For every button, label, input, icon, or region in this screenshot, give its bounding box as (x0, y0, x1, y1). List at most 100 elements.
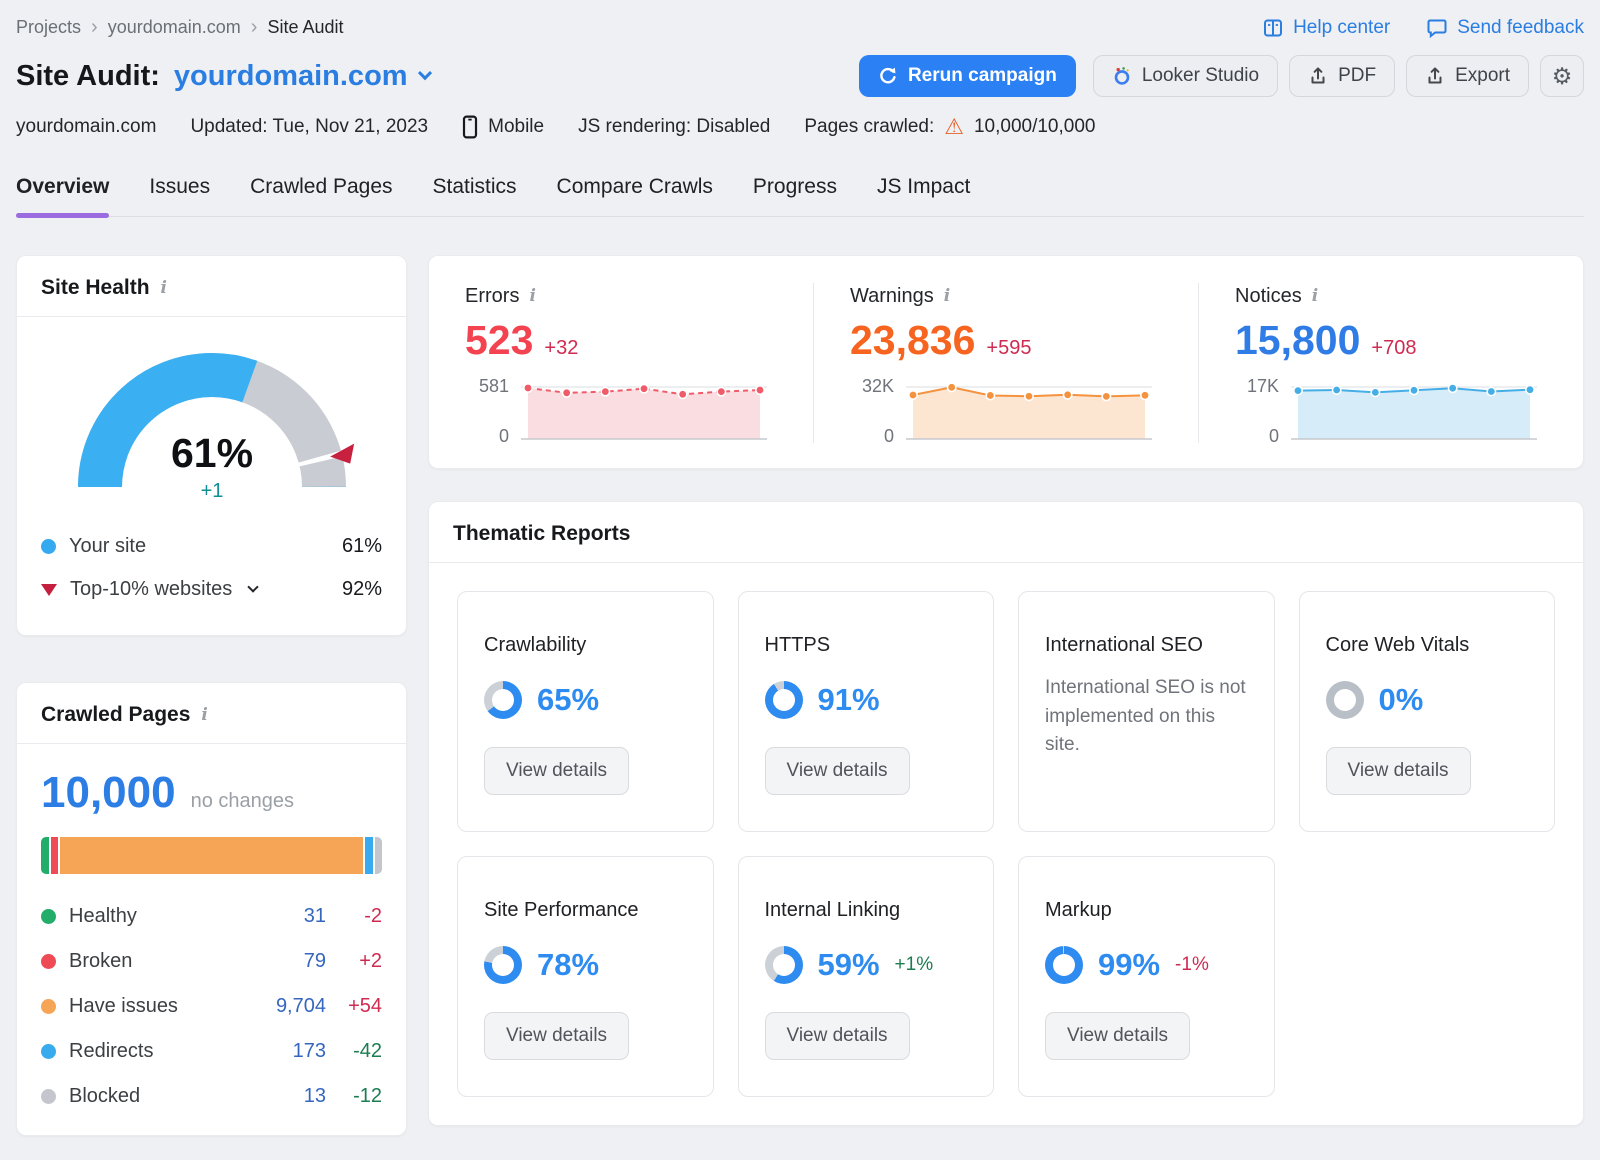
legend-your-site: Your site 61% (41, 525, 382, 568)
legend-top10[interactable]: Top-10% websites 92% (41, 568, 382, 611)
percent-change: +1% (894, 954, 934, 975)
legend-value[interactable]: 173 (256, 1040, 326, 1063)
send-feedback-link[interactable]: Send feedback (1426, 17, 1584, 39)
rerun-campaign-button[interactable]: Rerun campaign (858, 55, 1076, 97)
view-details-button[interactable]: View details (764, 1012, 910, 1060)
tab-overview[interactable]: Overview (16, 175, 110, 218)
thematic-card-title: Internal Linking (764, 899, 901, 921)
crawled-pages-card: Crawled Pages i 10,000 no changes Health… (16, 682, 407, 1136)
legend-value[interactable]: 13 (256, 1085, 326, 1108)
warnings-column: Warnings i 23,836 +595 32K 0 (813, 283, 1198, 446)
legend-change: +2 (359, 950, 382, 972)
tab-progress[interactable]: Progress (753, 175, 837, 216)
domain-selector[interactable]: yourdomain.com (174, 60, 432, 93)
settings-button[interactable]: ⚙ (1540, 55, 1584, 97)
crawled-pages-total[interactable]: 10,000 (41, 768, 176, 818)
overview-content: Site Health i 61% +1 Your site 61% Top-1… (16, 255, 1584, 1136)
info-icon[interactable]: i (161, 279, 167, 297)
legend-row-healthy: Healthy 31 -2 (41, 894, 382, 939)
green-dot-icon (41, 909, 56, 924)
mobile-icon (462, 115, 478, 139)
warning-icon: ⚠ (944, 114, 964, 139)
crawled-pages-title: Crawled Pages (41, 703, 191, 726)
legend-label: Redirects (69, 1040, 154, 1062)
view-details-button[interactable]: View details (764, 747, 910, 795)
thematic-card-internal-linking: Internal Linking 59% +1% View details (737, 856, 994, 1097)
thematic-reports-card: Thematic Reports Crawlability 65% View d… (428, 501, 1584, 1126)
tab-issues[interactable]: Issues (149, 175, 210, 216)
percent-value: 78% (537, 947, 600, 982)
topbar: Projects › yourdomain.com › Site Audit H… (16, 16, 1584, 39)
percent-value: 99% (1098, 947, 1161, 982)
send-feedback-label: Send feedback (1457, 16, 1584, 38)
errors-title: Errors (465, 285, 520, 307)
gray-dot-icon (41, 1089, 56, 1104)
bar-segment (365, 837, 373, 874)
info-icon[interactable]: i (944, 288, 950, 305)
orange-dot-icon (41, 999, 56, 1014)
donut-chart (1045, 946, 1083, 984)
legend-value[interactable]: 9,704 (256, 995, 326, 1018)
notices-value[interactable]: 15,800 (1235, 317, 1360, 364)
your-site-value: 61% (341, 535, 382, 557)
errors-change: +32 (544, 337, 579, 359)
meta-updated: Updated: Tue, Nov 21, 2023 (190, 116, 429, 137)
bar-segment (41, 837, 49, 874)
help-book-icon (1262, 17, 1284, 39)
thematic-card-title: HTTPS (764, 634, 831, 656)
tab-crawled-pages[interactable]: Crawled Pages (250, 175, 392, 216)
notices-change: +708 (1371, 337, 1417, 359)
info-icon[interactable]: i (1312, 288, 1318, 305)
info-icon[interactable]: i (529, 288, 535, 305)
percent-value: 0% (1378, 682, 1424, 717)
help-center-link[interactable]: Help center (1262, 17, 1390, 39)
looker-studio-icon (1112, 66, 1132, 86)
donut-chart (764, 681, 803, 719)
upload-icon (1308, 66, 1328, 86)
thematic-card-international-seo: International SEO International SEO is n… (1018, 591, 1275, 832)
bar-segment (374, 837, 382, 874)
warnings-change: +595 (986, 337, 1032, 359)
y-axis-labels: 17K 0 (1246, 376, 1279, 446)
view-details-button[interactable]: View details (484, 747, 630, 795)
warnings-title: Warnings (850, 285, 934, 307)
feedback-bubble-icon (1426, 17, 1448, 39)
tab-statistics[interactable]: Statistics (433, 175, 517, 216)
legend-value[interactable]: 79 (256, 950, 326, 973)
view-details-button[interactable]: View details (1325, 747, 1471, 795)
looker-studio-button[interactable]: Looker Studio (1092, 55, 1279, 97)
errors-sparkline (521, 381, 767, 441)
blue-dot-icon (41, 539, 56, 554)
meta-domain: yourdomain.com (16, 116, 157, 137)
warnings-sparkline (906, 381, 1152, 441)
warnings-value[interactable]: 23,836 (850, 317, 975, 364)
errors-value[interactable]: 523 (465, 317, 533, 364)
thematic-card-markup: Markup 99% -1% View details (1018, 856, 1275, 1097)
thematic-reports-title: Thematic Reports (453, 522, 631, 545)
top10-value: 92% (341, 578, 382, 600)
breadcrumb-site-audit: Site Audit (267, 17, 344, 37)
export-button[interactable]: Export (1406, 55, 1529, 97)
bar-segment (60, 837, 363, 874)
breadcrumb-projects[interactable]: Projects (16, 17, 81, 38)
tab-compare-crawls[interactable]: Compare Crawls (557, 175, 713, 216)
tab-js-impact[interactable]: JS Impact (877, 175, 970, 216)
thematic-card-title: Core Web Vitals (1325, 634, 1470, 656)
meta-row: yourdomain.com Updated: Tue, Nov 21, 202… (16, 115, 1584, 139)
pdf-button[interactable]: PDF (1289, 55, 1396, 97)
legend-label: Have issues (69, 995, 178, 1017)
crawled-pages-note: no changes (190, 790, 294, 812)
percent-value: 59% (817, 947, 880, 982)
chevron-down-icon (417, 66, 432, 81)
top10-label: Top-10% websites (70, 578, 233, 600)
blue-dot-icon (41, 1044, 56, 1059)
view-details-button[interactable]: View details (1045, 1012, 1191, 1060)
breadcrumb-separator-icon: › (250, 16, 258, 38)
info-icon[interactable]: i (201, 706, 207, 724)
view-details-button[interactable]: View details (484, 1012, 630, 1060)
percent-change: -1% (1175, 954, 1209, 975)
page-title: Site Audit: (16, 59, 160, 92)
thematic-card-site-performance: Site Performance 78% View details (457, 856, 714, 1097)
breadcrumb-domain[interactable]: yourdomain.com (108, 17, 241, 38)
legend-value[interactable]: 31 (256, 905, 326, 928)
